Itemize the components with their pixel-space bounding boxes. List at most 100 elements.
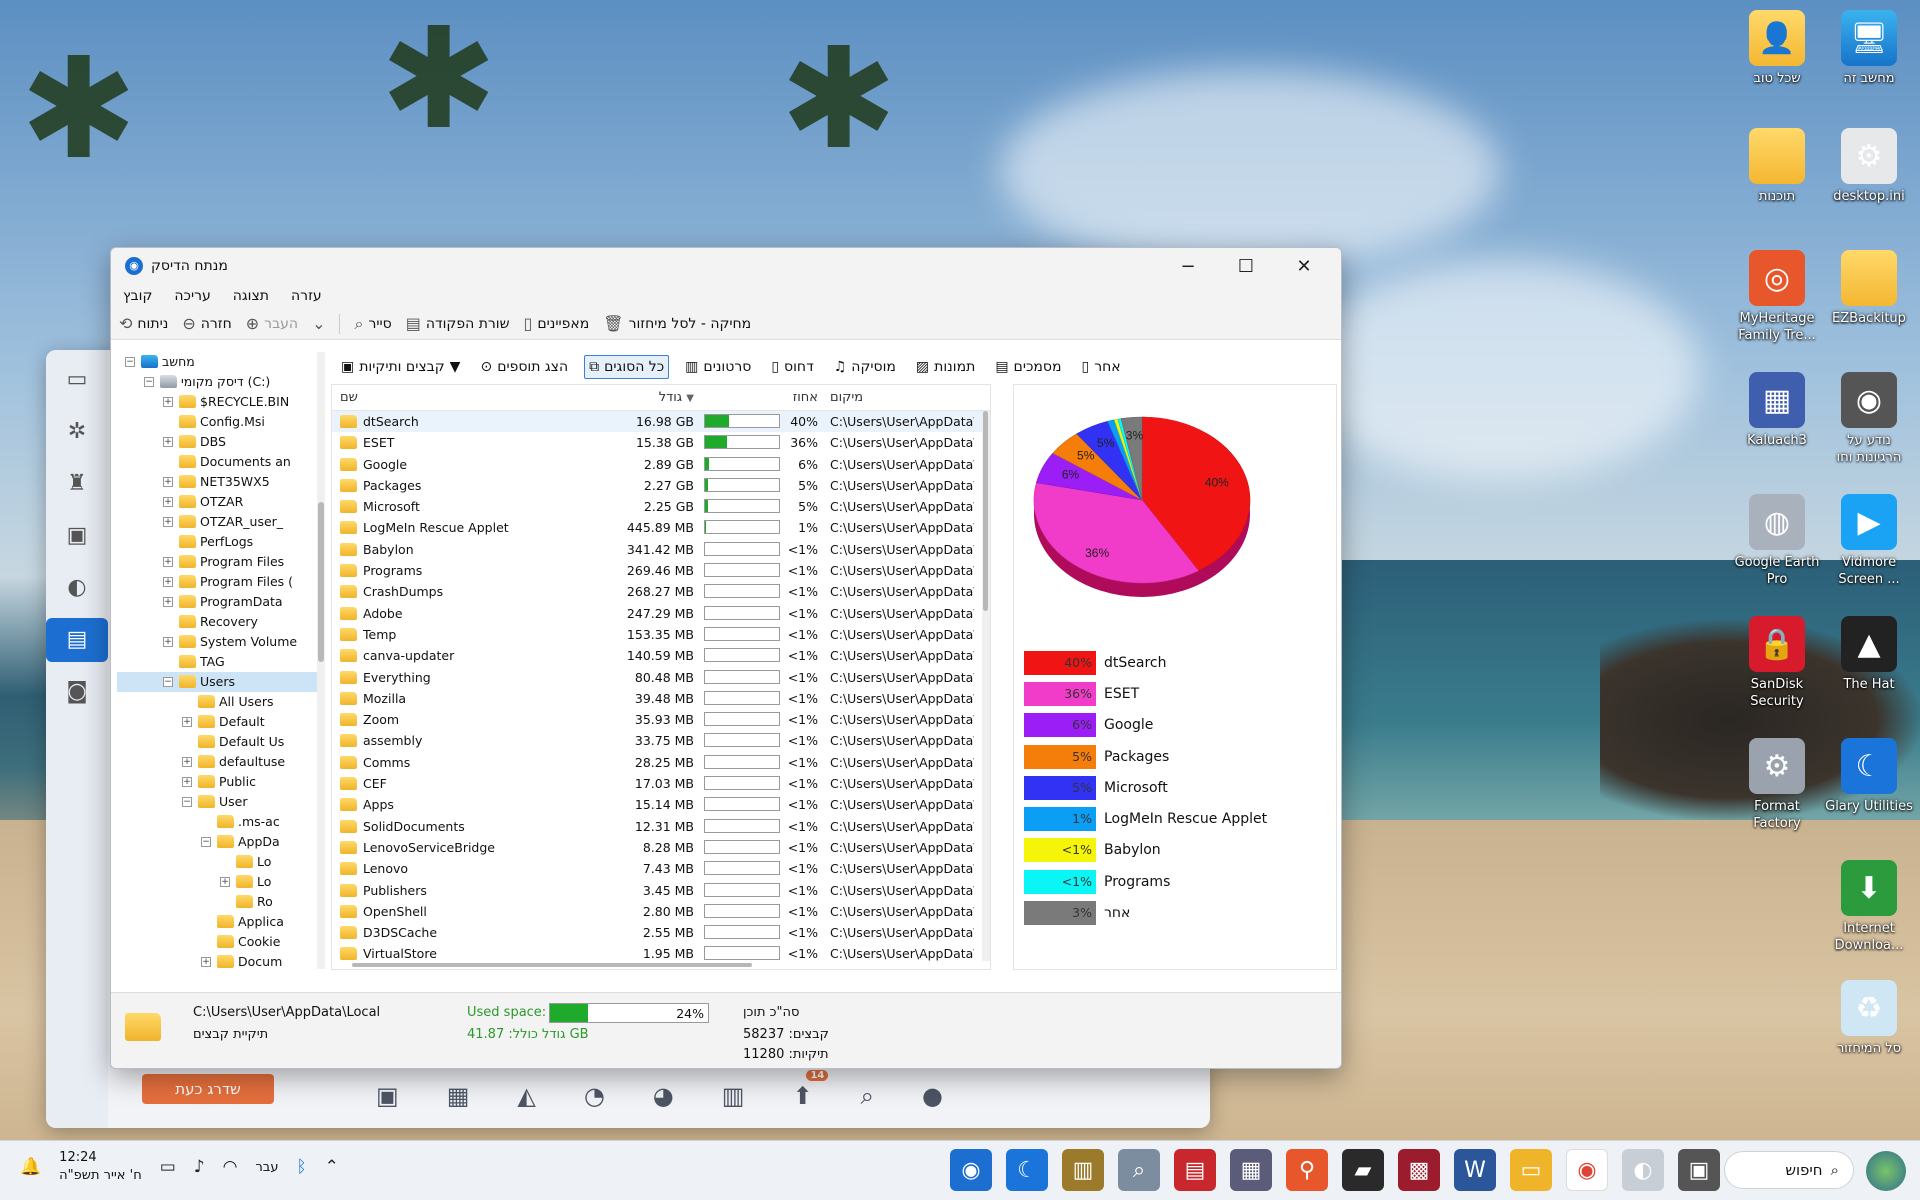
tree-item[interactable]: + DBS [117,432,318,452]
table-row[interactable]: VirtualStore 1.95 MB <1% C:\Users\User\AppD… [332,943,990,964]
table-row[interactable]: canva-updater 140.59 MB <1% C:\Users\User\A… [332,645,990,666]
desktop-icon[interactable]: ☾ Glary Utilities [1823,738,1915,815]
close-icon[interactable]: ✕ [1275,256,1333,277]
taskbar-disk-analyzer-icon[interactable]: ◉ [950,1149,992,1191]
tree-item[interactable]: − User [117,792,318,812]
folder-tree[interactable]: − מחשב − דיסק מקומי (C:) + $RECYCLE.BIN Config… [117,352,319,969]
column-size[interactable]: גודל ▼ [580,385,700,410]
taskbar-explorer-icon[interactable]: ▭ [1510,1149,1552,1191]
tree-item[interactable]: + ProgramData [117,592,318,612]
desktop-icon[interactable]: ◎ MyHeritage Family Tre... [1731,250,1823,344]
desktop-icon[interactable]: ◉ נודע על הרגיונות וחו [1823,372,1915,466]
tree-item[interactable]: + Program Files ( [117,572,318,592]
tree-item[interactable]: + Docum [117,952,318,969]
table-row[interactable]: ESET 15.38 GB 36% C:\Users\User\AppData\ [332,432,990,453]
tree-scroll-thumb[interactable] [318,502,324,662]
menu-edit[interactable]: עריכה [174,288,210,304]
expand-icon[interactable]: + [163,637,173,647]
column-name[interactable]: שם [332,385,580,410]
expand-icon[interactable]: + [163,577,173,587]
recycle-button[interactable]: 🗑 מחיקה - לסל מיחזור [603,314,751,333]
volume-icon[interactable]: ♪ [194,1157,205,1177]
desktop-icon[interactable]: 🖥 מחשב זה [1823,10,1915,87]
back-button[interactable]: ⊖ חזרה [182,314,231,333]
table-row[interactable]: dtSearch 16.98 GB 40% C:\Users\User\AppData… [332,411,990,433]
language-indicator[interactable]: עבר [255,1160,278,1175]
table-row[interactable]: CrashDumps 268.27 MB <1% C:\Users\User\AppD… [332,581,990,602]
brush-icon[interactable]: ♜ [46,462,108,506]
desktop-icon[interactable]: EZBackitup [1823,250,1915,327]
expand-icon[interactable]: + [201,957,211,967]
tree-item[interactable]: − מחשב [117,352,318,372]
camera-icon[interactable]: ◙ [46,670,108,714]
tree-item[interactable]: Cookie [117,932,318,952]
tree-item[interactable]: + Program Files [117,552,318,572]
tool-icon[interactable]: ▣ [376,1082,399,1110]
tree-item[interactable]: + $RECYCLE.BIN [117,392,318,412]
tool-icon[interactable]: ◕ [653,1082,674,1110]
tab-images[interactable]: ▨ תמונות [912,356,979,378]
tool-icon[interactable]: ▥ [722,1082,745,1110]
desktop-icon[interactable]: ⚙ desktop.ini [1823,128,1915,205]
tab-files-folders[interactable]: ▣ קבצים ותיקיות ▼ [337,356,464,378]
table-row[interactable]: Packages 2.27 GB 5% C:\Users\User\AppData\ [332,475,990,496]
column-percent[interactable]: אחוז [782,385,824,410]
menu-file[interactable]: קובץ [123,288,152,304]
tree-item[interactable]: + OTZAR [117,492,318,512]
taskbar-word-icon[interactable]: W [1454,1149,1496,1191]
table-row[interactable]: Google 2.89 GB 6% C:\Users\User\AppData\ [332,454,990,475]
widgets-icon[interactable] [1866,1151,1906,1191]
taskbar-search-tool-icon[interactable]: ⌕ [1118,1149,1160,1191]
tree-item[interactable]: + Default [117,712,318,732]
menu-view[interactable]: תצוגה [233,288,269,304]
table-row[interactable]: Zoom 35.93 MB <1% C:\Users\User\AppData\ [332,709,990,730]
table-row[interactable]: assembly 33.75 MB <1% C:\Users\User\AppData… [332,730,990,751]
tab-other[interactable]: ▯ אחר [1077,356,1124,378]
tool-icon[interactable]: ◭ [517,1082,535,1110]
tab-show-extras[interactable]: ⊙ הצג תוספים [476,356,572,378]
bluetooth-icon[interactable]: ᛒ [296,1157,306,1177]
taskbar-book-icon[interactable]: ▥ [1062,1149,1104,1191]
table-row[interactable]: Comms 28.25 MB <1% C:\Users\User\AppData\ [332,752,990,773]
desktop-icon[interactable]: ◍ Google Earth Pro [1731,494,1823,588]
list-vertical-scrollbar[interactable] [982,411,990,961]
table-row[interactable]: Apps 15.14 MB <1% C:\Users\User\AppData\ [332,794,990,815]
expand-icon[interactable]: + [163,497,173,507]
cleaner-icon[interactable]: ✲ [46,410,108,454]
command-line-button[interactable]: ▤ שורת הפקודה [406,314,510,333]
tab-music[interactable]: ♫ מוסיקה [830,356,900,378]
table-row[interactable]: Lenovo 7.43 MB <1% C:\Users\User\AppData\ [332,858,990,879]
table-row[interactable]: LogMeIn Rescue Applet 445.89 MB 1% C:\Users… [332,517,990,538]
table-row[interactable]: SolidDocuments 12.31 MB <1% C:\Users\User\A… [332,816,990,837]
tree-item[interactable]: + Lo [117,872,318,892]
tree-item[interactable]: Lo [117,852,318,872]
expand-icon[interactable]: + [163,397,173,407]
notification-bell-icon[interactable]: 🔔 [20,1157,41,1177]
minimize-icon[interactable]: − [1159,256,1217,277]
taskbar-flag-icon[interactable]: ▩ [1398,1149,1440,1191]
taskbar-pdf-icon[interactable]: ▤ [1174,1149,1216,1191]
upgrade-button[interactable]: שדרג כעת [142,1074,274,1104]
column-bar[interactable] [700,385,782,410]
taskbar-app-icon[interactable]: ◐ [1622,1149,1664,1191]
table-row[interactable]: Publishers 3.45 MB <1% C:\Users\User\AppDat… [332,880,990,901]
table-row[interactable]: Babylon 341.42 MB <1% C:\Users\User\AppData… [332,539,990,560]
taskbar-calendar-icon[interactable]: ▦ [1230,1149,1272,1191]
chevron-up-icon[interactable]: ⌃ [325,1157,339,1177]
tree-item[interactable]: − Users [117,672,318,692]
table-row[interactable]: LenovoServiceBridge 8.28 MB <1% C:\Users\Us… [332,837,990,858]
tree-item[interactable]: TAG [117,652,318,672]
menu-help[interactable]: עזרה [291,288,322,304]
desktop-icon[interactable]: ♻ סל המיחזור [1823,980,1915,1057]
collapse-icon[interactable]: − [125,357,135,367]
list-scroll-thumb[interactable] [983,411,988,611]
collapse-icon[interactable]: − [144,377,154,387]
tree-item[interactable]: + System Volume [117,632,318,652]
expand-icon[interactable]: + [163,597,173,607]
tree-scrollbar[interactable] [317,352,325,969]
tree-item[interactable]: PerfLogs [117,532,318,552]
table-row[interactable]: Programs 269.46 MB <1% C:\Users\User\AppDat… [332,560,990,581]
expand-icon[interactable]: + [182,717,192,727]
tree-item[interactable]: Default Us [117,732,318,752]
tree-item[interactable]: + Public [117,772,318,792]
